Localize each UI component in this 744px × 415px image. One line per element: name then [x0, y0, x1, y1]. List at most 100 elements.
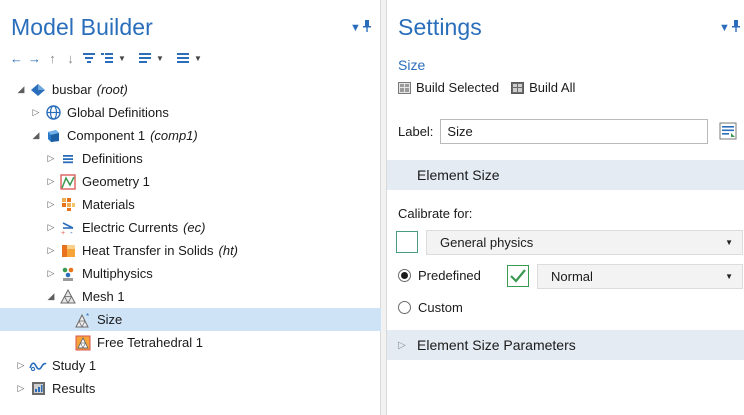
geometry-icon [59, 173, 77, 190]
collapsed-triangle-icon[interactable]: ▷ [45, 199, 57, 210]
mesh-icon [59, 289, 77, 305]
panel-menu-icon[interactable]: ▼ [350, 22, 361, 34]
tree-label: Mesh 1 [82, 289, 125, 304]
collapsed-triangle-icon[interactable]: ▷ [15, 360, 27, 371]
tree-label: Multiphysics [82, 266, 153, 281]
tree-label: busbar [52, 82, 92, 97]
calibrate-for-label: Calibrate for: [398, 206, 473, 221]
build-toolbar: Build Selected Build All [398, 80, 587, 95]
collapse-icon[interactable] [136, 49, 153, 67]
tree-label: Study 1 [52, 358, 97, 373]
forward-arrow-icon[interactable]: → [26, 49, 43, 67]
collapsed-triangle-icon[interactable]: ▷ [45, 153, 57, 164]
expand-icon[interactable] [98, 49, 115, 67]
label-field[interactable] [440, 119, 709, 144]
collapsed-triangle-icon[interactable]: ▷ [45, 222, 57, 233]
pin-icon[interactable] [732, 20, 740, 35]
tree-node-busbar[interactable]: ◢ busbar (root) [0, 78, 381, 101]
show-icon[interactable] [80, 49, 97, 67]
tree-node-results[interactable]: ▷ Results [0, 377, 381, 400]
globe-icon [44, 105, 62, 121]
section-title: Element Size [417, 167, 500, 183]
expanded-triangle-icon[interactable]: ◢ [30, 130, 42, 141]
expanded-triangle-icon[interactable]: ◢ [15, 84, 27, 95]
down-arrow-icon[interactable]: ↓ [62, 49, 79, 67]
predefined-radio-row[interactable]: Predefined [398, 268, 481, 283]
tree-suffix: (comp1) [150, 128, 198, 143]
element-size-section[interactable]: Element Size [387, 160, 744, 190]
materials-icon [59, 197, 77, 213]
tree-node-definitions[interactable]: ▷ Definitions [0, 147, 381, 170]
custom-radio-row[interactable]: Custom [398, 300, 463, 315]
label-row: Label: [398, 119, 709, 144]
collapsed-triangle-icon[interactable]: ▷ [45, 176, 57, 187]
tree-label: Component 1 [67, 128, 146, 143]
tree-label: Results [52, 381, 96, 396]
back-arrow-icon[interactable]: ← [8, 49, 25, 67]
heat-transfer-icon [59, 243, 77, 259]
multiphysics-icon [59, 266, 77, 282]
pin-icon[interactable] [363, 20, 371, 35]
expanded-triangle-icon[interactable]: ◢ [45, 291, 57, 302]
tree-label: Materials [82, 197, 135, 212]
predefined-check-icon[interactable] [507, 265, 529, 287]
predefined-size-select[interactable]: Normal ▼ [537, 264, 743, 289]
label-edit-icon[interactable] [717, 119, 739, 143]
component-icon [44, 128, 62, 144]
tree-node-mesh-1[interactable]: ◢ Mesh 1 [0, 285, 381, 308]
svg-text:*: * [86, 312, 89, 321]
build-selected-button[interactable]: Build Selected [398, 80, 499, 95]
panel-menu-icon[interactable]: ▼ [719, 22, 730, 34]
collapsed-triangle-icon[interactable]: ▷ [30, 107, 42, 118]
electric-currents-icon: + - [59, 220, 77, 236]
tree-node-global-definitions[interactable]: ▷ Global Definitions [0, 101, 381, 124]
tree-label: Electric Currents [82, 220, 179, 235]
tree-suffix: (ht) [218, 243, 239, 258]
results-icon [29, 381, 47, 397]
tree-label: Size [97, 312, 123, 327]
collapsed-triangle-icon[interactable]: ▷ [45, 245, 57, 256]
model-root-icon [29, 82, 47, 98]
tree-label: Definitions [82, 151, 143, 166]
predefined-label: Predefined [418, 268, 481, 283]
size-icon: * [74, 312, 92, 328]
up-arrow-icon[interactable]: ↑ [44, 49, 61, 67]
tree-node-heat-transfer[interactable]: ▷ Heat Transfer in Solids (ht) [0, 239, 381, 262]
tree-node-study-1[interactable]: ▷ Study 1 [0, 354, 381, 377]
chevron-down-icon: ▼ [725, 238, 733, 247]
collapsed-triangle-icon[interactable]: ▷ [45, 268, 57, 279]
tree-node-materials[interactable]: ▷ Materials [0, 193, 381, 216]
tree-node-free-tetrahedral-1[interactable]: Free Tetrahedral 1 [0, 331, 381, 354]
expand-dropdown-icon[interactable]: ▼ [116, 49, 128, 67]
model-builder-toolbar: ← → ↑ ↓ ▼ ▼ ▼ [8, 48, 204, 68]
collapse-dropdown-icon[interactable]: ▼ [154, 49, 166, 67]
settings-panel: Settings ▼ Size Build Selected Build All… [386, 0, 744, 415]
tree-node-electric-currents[interactable]: ▷ + - Electric Currents (ec) [0, 216, 381, 239]
study-icon [29, 358, 47, 374]
list-icon[interactable] [174, 49, 191, 67]
calibrate-color-swatch[interactable] [396, 231, 418, 253]
free-tetrahedral-icon [74, 335, 92, 351]
tree-node-multiphysics[interactable]: ▷ Multiphysics [0, 262, 381, 285]
list-dropdown-icon[interactable]: ▼ [192, 49, 204, 67]
tree-label: Global Definitions [67, 105, 169, 120]
settings-subtitle: Size [398, 57, 426, 73]
calibrate-for-select[interactable]: General physics ▼ [426, 230, 743, 255]
collapsed-triangle-icon[interactable]: ▷ [15, 383, 27, 394]
predefined-size-value: Normal [551, 269, 593, 284]
settings-title: Settings [398, 14, 482, 40]
element-size-parameters-section[interactable]: ▷ Element Size Parameters [387, 330, 744, 360]
chevron-down-icon: ▼ [725, 272, 733, 281]
model-builder-title: Model Builder [11, 14, 153, 40]
tree-node-geometry-1[interactable]: ▷ Geometry 1 [0, 170, 381, 193]
svg-text:+: + [61, 230, 65, 236]
definitions-icon [59, 151, 77, 167]
build-all-icon [511, 81, 525, 94]
tree-label: Free Tetrahedral 1 [97, 335, 203, 350]
custom-radio[interactable] [398, 301, 411, 314]
custom-label: Custom [418, 300, 463, 315]
build-all-button[interactable]: Build All [511, 80, 575, 95]
tree-node-component-1[interactable]: ◢ Component 1 (comp1) [0, 124, 381, 147]
tree-node-size[interactable]: * Size [0, 308, 381, 331]
predefined-radio[interactable] [398, 269, 411, 282]
